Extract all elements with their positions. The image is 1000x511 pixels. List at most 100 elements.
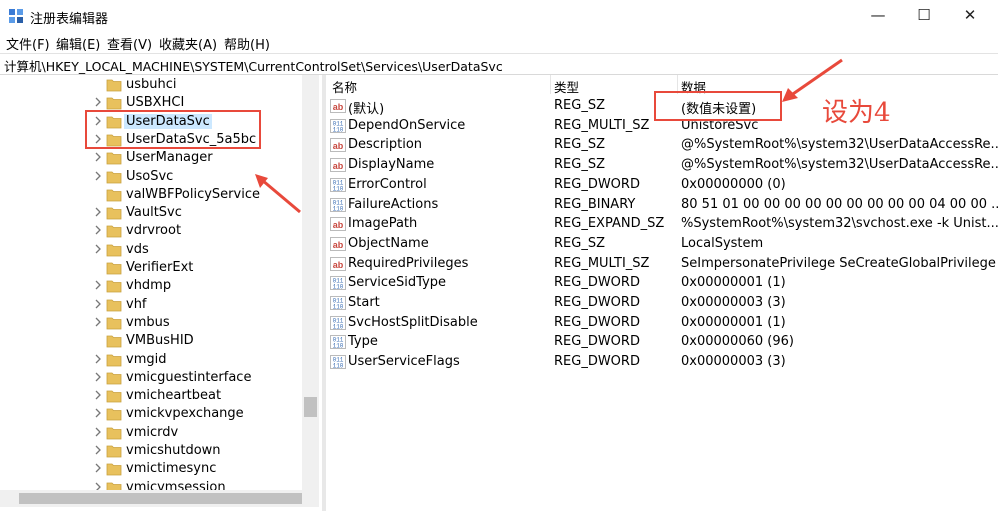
menu-edit[interactable]: 编辑(E) [56,34,100,53]
chevron-right-icon[interactable] [93,170,103,182]
tree-item[interactable]: vmicshutdown [0,442,300,460]
tree-item-label: vdrvroot [126,223,182,239]
value-row[interactable]: ab Description REG_SZ @%SystemRoot%\system3… [326,135,1000,155]
svg-text:110: 110 [333,284,344,291]
tree-item[interactable]: UsoSvc [0,168,300,186]
value-list[interactable]: 名称 类型 数据 ab (默认) REG_SZ (数值未设置) 011 110 Depend… [326,75,1000,511]
tree-item[interactable]: vdrvroot [0,222,300,240]
folder-icon [106,189,122,202]
tree-item[interactable]: vmicguestinterface [0,369,300,387]
value-row[interactable]: 011 110 Start REG_DWORD 0x00000003 (3) [326,293,1000,313]
value-row[interactable]: ab RequiredPrivileges REG_MULTI_SZ SeImpers… [326,254,1000,274]
tree-item[interactable]: vhf [0,296,300,314]
column-header-data[interactable]: 数据 [681,77,706,96]
column-header-name[interactable]: 名称 [332,77,357,96]
tree-item[interactable]: USBXHCI [0,94,300,112]
value-row[interactable]: ab DisplayName REG_SZ @%SystemRoot%\system3… [326,155,1000,175]
menu-favorites[interactable]: 收藏夹(A) [159,34,217,53]
value-name: ErrorControl [348,176,427,192]
tree-item[interactable]: vmbus [0,314,300,332]
value-data: 0x00000001 (1) [681,275,786,291]
tree-horizontal-scroll-thumb[interactable] [19,493,302,504]
chevron-right-icon[interactable] [93,316,103,328]
value-type: REG_SZ [554,157,605,173]
chevron-right-icon[interactable] [93,96,103,108]
chevron-right-icon[interactable] [93,298,103,310]
address-path[interactable]: 计算机\HKEY_LOCAL_MACHINE\SYSTEM\CurrentCon… [4,56,503,75]
chevron-right-icon[interactable] [93,224,103,236]
tree-item[interactable]: vmicrdv [0,424,300,442]
value-row[interactable]: ab ObjectName REG_SZ LocalSystem [326,234,1000,254]
string-value-icon: ab [330,99,346,113]
value-row[interactable]: 011 110 Type REG_DWORD 0x00000060 (96) [326,332,1000,352]
menu-file[interactable]: 文件(F) [6,34,50,53]
tree-item[interactable]: UserManager [0,149,300,167]
chevron-right-icon[interactable] [93,407,103,419]
column-divider[interactable] [677,75,678,94]
folder-icon [106,335,122,348]
close-button[interactable]: ✕ [947,0,993,32]
value-type: REG_MULTI_SZ [554,117,650,133]
value-data: SeImpersonatePrivilege SeCreateGlobalPri… [681,255,996,271]
chevron-right-icon[interactable] [93,151,103,163]
maximize-button[interactable]: ☐ [901,0,947,32]
tree-item[interactable]: vmgid [0,351,300,369]
chevron-right-icon[interactable] [93,115,103,127]
svg-text:110: 110 [333,363,344,370]
tree-item[interactable]: vmickvpexchange [0,405,300,423]
value-name: FailureActions [348,196,439,212]
menu-help[interactable]: 帮助(H) [224,34,270,53]
chevron-right-icon[interactable] [93,462,103,474]
chevron-right-icon[interactable] [93,389,103,401]
folder-icon [106,445,122,458]
tree-item[interactable]: vmicheartbeat [0,387,300,405]
chevron-right-icon[interactable] [93,133,103,145]
address-bar[interactable]: 计算机\HKEY_LOCAL_MACHINE\SYSTEM\CurrentCon… [0,53,998,75]
tree-item-label: valWBFPolicyService [126,186,260,202]
key-tree[interactable]: usbuhci USBXHCI UserDataSvc UserDataSvc_5a5… [0,75,321,511]
tree-vertical-scroll-thumb[interactable] [304,397,317,417]
binary-value-icon: 011110 [330,177,346,192]
tree-item[interactable]: UserDataSvc [0,113,300,131]
tree-item[interactable]: VerifierExt [0,259,300,277]
value-name: DependOnService [348,117,466,133]
value-row[interactable]: 011 110 FailureActions REG_BINARY 80 51 01 0… [326,195,1000,215]
tree-item[interactable]: vmictimesync [0,460,300,478]
tree-item-label: vmicguestinterface [126,369,252,385]
column-header-type[interactable]: 类型 [554,77,579,96]
value-row[interactable]: ab (默认) REG_SZ (数值未设置) [326,96,1000,117]
minimize-button[interactable]: — [855,0,901,32]
value-row[interactable]: 011 110 UserServiceFlags REG_DWORD 0x0000000… [326,352,1000,372]
tree-item[interactable]: valWBFPolicyService [0,186,300,204]
chevron-right-icon[interactable] [93,426,103,438]
column-divider[interactable] [550,75,551,94]
svg-text:110: 110 [333,323,344,330]
menu-view[interactable]: 查看(V) [107,34,152,53]
binary-value-icon: 011110 [330,335,346,350]
chevron-right-icon[interactable] [93,444,103,456]
chevron-right-icon[interactable] [93,371,103,383]
chevron-right-icon[interactable] [93,353,103,365]
tree-item-label: vmicheartbeat [126,388,222,404]
tree-item[interactable]: UserDataSvc_5a5bc [0,131,300,149]
chevron-right-icon[interactable] [93,243,103,255]
svg-text:ab: ab [333,260,344,270]
value-row[interactable]: ab ImagePath REG_EXPAND_SZ %SystemRoot%\sys… [326,214,1000,234]
value-row[interactable]: 011 110 SvcHostSplitDisable REG_DWORD 0x0000… [326,313,1000,333]
tree-item[interactable]: usbuhci [0,76,300,94]
tree-item-label: VMBusHID [126,333,194,349]
value-row[interactable]: 011 110 DependOnService REG_MULTI_SZ Unistor… [326,116,1000,136]
tree-item[interactable]: vds [0,241,300,259]
chevron-right-icon[interactable] [93,206,103,218]
value-row[interactable]: 011 110 ErrorControl REG_DWORD 0x00000000 (0… [326,175,1000,195]
tree-vertical-scrollbar[interactable] [302,75,319,490]
chevron-right-icon[interactable] [93,279,103,291]
binary-value-icon: 011110 [330,118,346,133]
tree-item[interactable]: vhdmp [0,277,300,295]
tree-item[interactable]: VaultSvc [0,204,300,222]
value-row[interactable]: 011 110 ServiceSidType REG_DWORD 0x00000001 … [326,273,1000,293]
value-type: REG_BINARY [554,196,636,212]
binary-value-icon: 011110 [330,276,346,291]
value-type: REG_DWORD [554,314,640,330]
tree-item[interactable]: VMBusHID [0,332,300,350]
